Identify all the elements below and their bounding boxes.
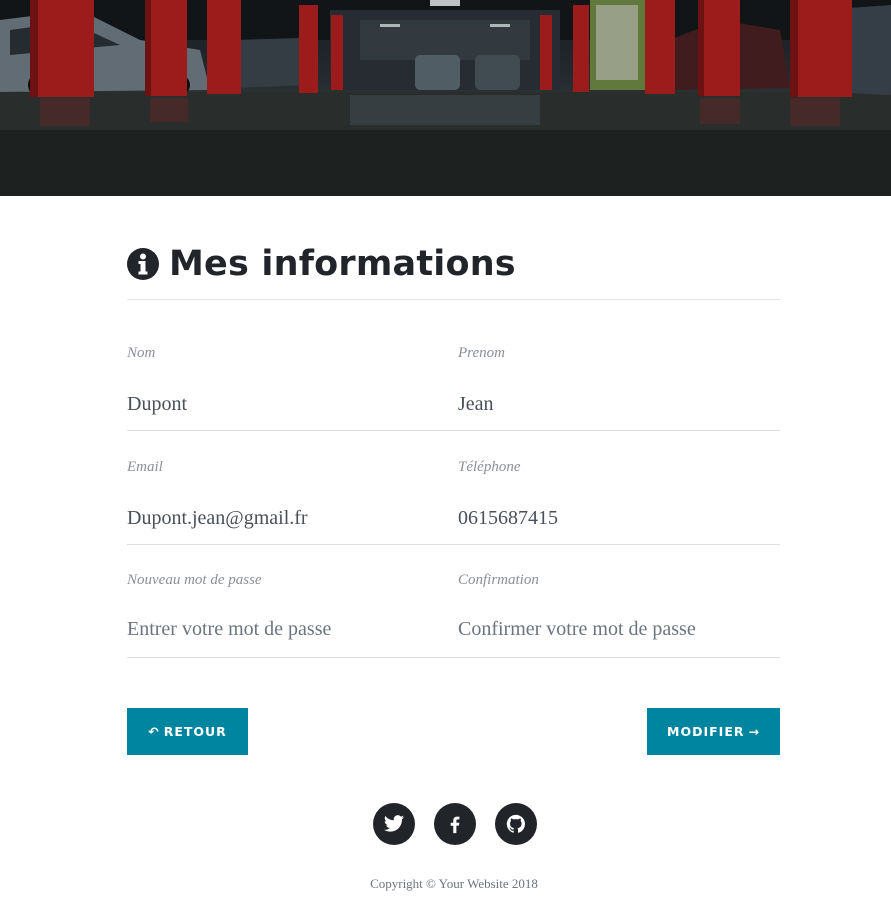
page-header: Mes informations xyxy=(127,242,516,286)
new-password-field[interactable]: Nouveau mot de passe xyxy=(127,572,458,658)
github-icon xyxy=(506,814,525,833)
nom-field[interactable]: Nom Dupont xyxy=(127,345,458,431)
title-divider xyxy=(127,299,780,300)
back-button-label: Retour xyxy=(163,724,227,739)
prenom-value[interactable]: Jean xyxy=(458,393,494,416)
page-title: Mes informations xyxy=(169,244,516,284)
confirmation-label: Confirmation xyxy=(458,572,539,588)
email-value[interactable]: Dupont.jean@gmail.fr xyxy=(127,507,308,530)
back-arrow-icon: ↶ xyxy=(148,724,160,739)
confirmation-field[interactable]: Confirmation xyxy=(458,572,780,658)
facebook-link[interactable] xyxy=(434,803,476,845)
modify-button[interactable]: Modifier → xyxy=(647,708,780,755)
telephone-value[interactable]: 0615687415 xyxy=(458,507,558,530)
facebook-icon xyxy=(450,816,460,834)
header-image xyxy=(0,0,891,196)
confirmation-input[interactable] xyxy=(458,618,758,641)
copyright-text: Copyright © Your Website 2018 xyxy=(370,876,538,891)
github-link[interactable] xyxy=(495,803,537,845)
prenom-label: Prenom xyxy=(458,345,505,361)
nom-value[interactable]: Dupont xyxy=(127,393,187,416)
nom-label: Nom xyxy=(127,345,156,361)
twitter-link[interactable] xyxy=(373,803,415,845)
telephone-field[interactable]: Téléphone 0615687415 xyxy=(458,459,780,545)
prenom-field[interactable]: Prenom Jean xyxy=(458,345,780,431)
telephone-label: Téléphone xyxy=(458,459,521,475)
right-arrow-icon: → xyxy=(748,724,760,739)
info-icon xyxy=(127,248,159,280)
email-label: Email xyxy=(127,459,163,475)
twitter-icon xyxy=(383,815,405,832)
back-button[interactable]: ↶ Retour xyxy=(127,708,248,755)
email-field[interactable]: Email Dupont.jean@gmail.fr xyxy=(127,459,458,545)
social-links xyxy=(373,803,537,845)
modify-button-label: Modifier xyxy=(667,724,745,739)
new-password-input[interactable] xyxy=(127,618,427,641)
new-password-label: Nouveau mot de passe xyxy=(127,572,262,588)
